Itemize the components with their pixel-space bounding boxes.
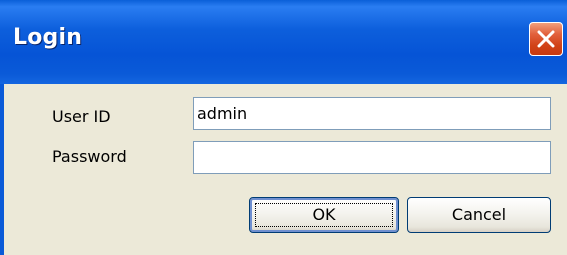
ok-button-label: OK [312,205,336,224]
title-bar[interactable]: Login [0,0,567,84]
user-id-label: User ID [52,107,111,126]
password-input[interactable] [193,141,551,174]
window-title: Login [13,25,83,50]
password-label: Password [52,147,127,166]
cancel-button-label: Cancel [451,205,507,224]
cancel-button[interactable]: Cancel [407,197,551,233]
user-id-input[interactable] [193,97,551,130]
login-dialog: Login User ID Password OK Cancel [0,0,567,255]
close-icon [537,30,555,48]
ok-button[interactable]: OK [249,197,399,233]
close-button[interactable] [529,22,563,56]
window-border-left [0,84,4,255]
